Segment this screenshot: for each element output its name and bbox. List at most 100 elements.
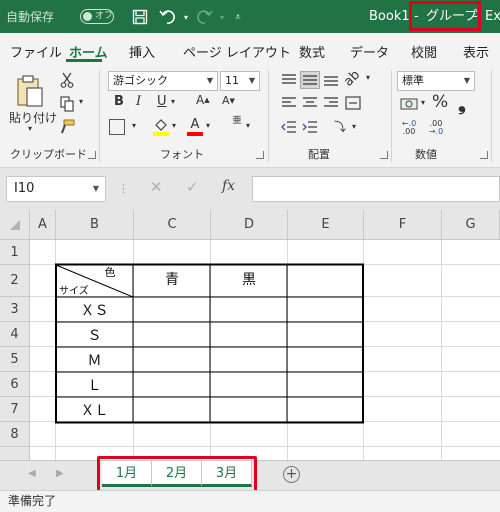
phonetic-icon[interactable]: 亜: [230, 117, 244, 126]
tab-data[interactable]: データ: [350, 42, 389, 61]
group-label-font: フォント: [160, 148, 204, 161]
font-name-combo[interactable]: 游ゴシック ▼: [108, 71, 218, 91]
font-size-combo[interactable]: 11 ▼: [220, 71, 260, 91]
decrease-decimal-icon[interactable]: .00 →.0: [426, 118, 446, 138]
customize-qat-icon[interactable]: ⩡: [228, 7, 248, 27]
size-l[interactable]: Ｌ: [56, 372, 133, 397]
format-painter-icon[interactable]: [58, 118, 76, 136]
group-separator: [268, 70, 269, 162]
cancel-icon: ✕: [150, 178, 163, 196]
fill-color-icon[interactable]: [152, 117, 170, 137]
header-size-label: サイズ: [59, 285, 89, 297]
title-book: Book1: [369, 9, 410, 24]
add-sheet-icon[interactable]: +: [283, 466, 300, 483]
splitter-icon[interactable]: ⋮: [118, 182, 129, 195]
font-name-value: 游ゴシック: [113, 74, 168, 87]
group-separator: [491, 70, 492, 162]
name-box-value: I10: [14, 181, 35, 196]
status-bar: 準備完了: [0, 490, 500, 512]
align-right-icon[interactable]: [322, 95, 340, 111]
font-color-dropdown-icon[interactable]: ▾: [206, 121, 210, 130]
number-format-combo[interactable]: 標準 ▼: [397, 71, 475, 91]
bold-button[interactable]: B: [114, 94, 124, 109]
size-s[interactable]: Ｓ: [56, 322, 133, 347]
tab-view[interactable]: 表示: [463, 42, 489, 61]
comma-style-icon[interactable]: ❟: [458, 91, 466, 115]
alignment-launcher-icon[interactable]: [380, 151, 388, 159]
phonetic-dropdown-icon[interactable]: ▾: [246, 121, 250, 130]
autosave-toggle[interactable]: オフ: [80, 9, 114, 24]
active-tab-indicator: [66, 59, 102, 62]
header-empty[interactable]: [288, 265, 363, 297]
tab-page-layout[interactable]: ページ レイアウト: [183, 42, 291, 61]
name-box[interactable]: I10 ▼: [6, 176, 106, 202]
align-bottom-icon[interactable]: [322, 72, 340, 88]
font-size-value: 11: [225, 74, 239, 87]
highlight-box-title: [409, 1, 481, 31]
tab-insert[interactable]: 挿入: [129, 42, 155, 61]
enter-icon: ✓: [186, 178, 199, 196]
orientation-dropdown-icon[interactable]: ▾: [366, 73, 370, 82]
redo-icon[interactable]: [194, 7, 214, 27]
font-launcher-icon[interactable]: [256, 151, 264, 159]
align-top-icon[interactable]: [280, 72, 298, 88]
group-label-clipboard: クリップボード: [10, 148, 87, 161]
wrap-text-icon[interactable]: ⤵: [334, 118, 346, 135]
scroll-left-icon[interactable]: ◀: [28, 468, 36, 479]
number-launcher-icon[interactable]: [480, 151, 488, 159]
save-icon[interactable]: [130, 7, 150, 27]
italic-button[interactable]: I: [136, 94, 141, 109]
undo-icon[interactable]: [158, 7, 178, 27]
formula-bar: I10 ▼ ⋮ ✕ ✓ fx: [0, 168, 500, 210]
align-center-icon[interactable]: [301, 95, 319, 111]
fill-color-dropdown-icon[interactable]: ▾: [172, 121, 176, 130]
tab-review[interactable]: 校閲: [411, 42, 437, 61]
status-text: 準備完了: [8, 494, 57, 508]
align-left-icon[interactable]: [280, 95, 298, 111]
autosave-state: オフ: [95, 11, 114, 21]
align-middle-icon[interactable]: [300, 71, 320, 89]
size-xs[interactable]: ＸＳ: [56, 297, 133, 322]
clipboard-launcher-icon[interactable]: [88, 151, 96, 159]
size-m[interactable]: Ｍ: [56, 347, 133, 372]
increase-font-icon[interactable]: A ▲: [196, 93, 210, 107]
copy-icon[interactable]: [58, 95, 76, 113]
paste-label[interactable]: 貼り付け: [9, 109, 57, 126]
borders-icon[interactable]: [109, 119, 125, 135]
header-blue[interactable]: 青: [134, 265, 210, 297]
wrap-dropdown-icon[interactable]: ▾: [352, 122, 356, 131]
chevron-down-icon: ▼: [248, 76, 255, 85]
percent-button[interactable]: %: [432, 92, 448, 112]
underline-button[interactable]: U: [157, 94, 167, 109]
tab-file[interactable]: ファイル: [10, 42, 62, 61]
worksheet-grid[interactable]: A B C D E F G 1 2 3 4 5 6 7 8 色 サイズ 青 黒 …: [0, 210, 500, 460]
chevron-down-icon: ▼: [92, 184, 99, 193]
tab-formulas[interactable]: 数式: [299, 42, 325, 61]
header-black[interactable]: 黒: [211, 265, 287, 297]
scroll-right-icon[interactable]: ▶: [56, 468, 64, 479]
paste-dropdown-icon[interactable]: ▾: [28, 124, 32, 133]
insert-function-button[interactable]: fx: [222, 178, 235, 194]
header-color-label: 色: [104, 266, 116, 279]
currency-dropdown-icon[interactable]: ▾: [421, 98, 425, 107]
font-color-glyph: A: [190, 117, 200, 132]
decrease-font-icon[interactable]: A ▼: [222, 94, 235, 107]
copy-dropdown-icon[interactable]: ▾: [79, 97, 83, 106]
cut-icon[interactable]: [58, 71, 76, 89]
size-xl[interactable]: ＸＬ: [56, 397, 133, 422]
increase-decimal-icon[interactable]: ←.0.00: [399, 118, 419, 138]
group-label-number: 数値: [415, 148, 437, 161]
increase-indent-icon[interactable]: [301, 119, 319, 135]
font-color-icon[interactable]: A: [186, 116, 204, 137]
currency-icon[interactable]: [399, 94, 419, 114]
decrease-indent-icon[interactable]: [280, 119, 298, 135]
paste-icon[interactable]: [12, 71, 46, 111]
orientation-icon[interactable]: ab: [341, 67, 363, 89]
ribbon-body: 貼り付け ▾ ▾ クリップボード 游ゴシック ▼ 11 ▼ B I U ▾ A ▲ A…: [0, 65, 500, 168]
formula-input[interactable]: [252, 176, 500, 202]
decrease-decimal-bottom: →.0: [428, 127, 444, 136]
merge-center-icon[interactable]: [344, 95, 362, 111]
undo-dropdown-icon[interactable]: ▾: [176, 7, 196, 27]
underline-dropdown-icon[interactable]: ▾: [171, 97, 175, 106]
borders-dropdown-icon[interactable]: ▾: [132, 121, 136, 130]
